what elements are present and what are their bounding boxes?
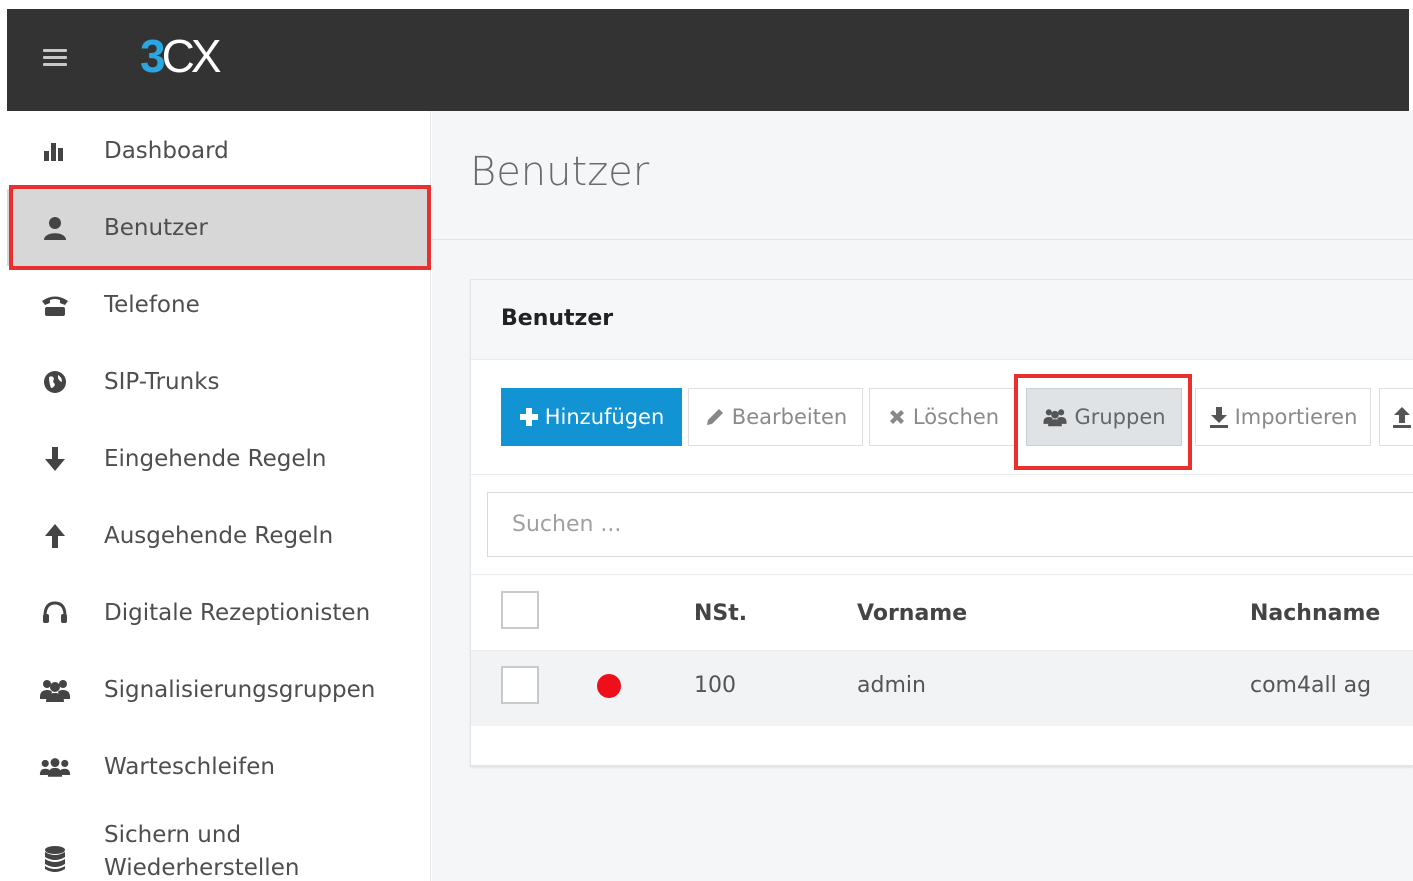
sidebar-item-label: Eingehende Regeln: [104, 445, 327, 472]
sidebar-item-sip-trunks[interactable]: SIP-Trunks: [7, 343, 430, 420]
sidebar-nav: Dashboard Benutzer Telefone SIP-Trunks E…: [7, 111, 431, 881]
sidebar-item-label: Benutzer: [104, 214, 208, 241]
import-button[interactable]: Importieren: [1195, 388, 1371, 446]
card-header: Benutzer: [471, 280, 1413, 360]
card-title: Benutzer: [501, 306, 614, 331]
sidebar-item-label: Dashboard: [104, 137, 229, 164]
sidebar-item-warteschleifen[interactable]: Warteschleifen: [7, 728, 430, 805]
hamburger-menu-icon[interactable]: [43, 49, 67, 67]
upload-icon: [1392, 406, 1412, 428]
add-user-button[interactable]: Hinzufügen: [501, 388, 682, 446]
divider: [471, 574, 1413, 575]
column-header-ext[interactable]: NSt.: [694, 601, 747, 626]
delete-button[interactable]: Löschen: [869, 388, 1017, 446]
page-title: Benutzer: [470, 149, 650, 195]
download-icon: [1209, 406, 1229, 428]
column-header-first-name[interactable]: Vorname: [857, 601, 967, 626]
plus-icon: [519, 407, 539, 427]
bar-chart-icon: [39, 135, 71, 167]
arrow-down-icon: [39, 443, 71, 475]
cell-first-name: admin: [857, 673, 926, 698]
phone-icon: [39, 289, 71, 321]
cell-last-name: com4all ag: [1250, 673, 1372, 698]
top-bar: 3CX: [7, 9, 1409, 111]
sidebar-item-ausgehende-regeln[interactable]: Ausgehende Regeln: [7, 497, 430, 574]
groups-button[interactable]: Gruppen: [1026, 388, 1182, 446]
sidebar-item-eingehende-regeln[interactable]: Eingehende Regeln: [7, 420, 430, 497]
queue-users-icon: [39, 751, 71, 783]
users-group-icon: [39, 674, 71, 706]
page-header: Benutzer: [432, 111, 1413, 240]
headset-icon: [39, 597, 71, 629]
arrow-up-icon: [39, 520, 71, 552]
close-icon: [887, 407, 907, 427]
column-header-last-name[interactable]: Nachname: [1250, 601, 1380, 626]
status-indicator: [597, 674, 621, 698]
select-all-checkbox[interactable]: [501, 591, 539, 629]
sidebar-item-signalisierungsgruppen[interactable]: Signalisierungsgruppen: [7, 651, 430, 728]
sidebar-item-label: Signalisierungsgruppen: [104, 676, 376, 703]
export-button[interactable]: [1379, 388, 1413, 446]
sidebar-item-digitale-rezeptionisten[interactable]: Digitale Rezeptionisten: [7, 574, 430, 651]
sidebar-item-label: SIP-Trunks: [104, 368, 220, 395]
divider: [471, 474, 1413, 475]
sidebar-item-label: Telefone: [104, 291, 200, 318]
users-card: Benutzer Hinzufügen Bearbeiten Löschen G: [470, 279, 1413, 766]
sidebar-item-dashboard[interactable]: Dashboard: [7, 112, 430, 189]
main-content: Benutzer Benutzer Hinzufügen Bearbeiten …: [432, 111, 1413, 881]
sidebar-item-label: Ausgehende Regeln: [104, 522, 334, 549]
row-checkbox[interactable]: [501, 666, 539, 704]
users-group-icon: [1042, 407, 1068, 427]
search-input[interactable]: [487, 492, 1413, 557]
sidebar-item-label: Warteschleifen: [104, 753, 275, 780]
3cx-logo[interactable]: 3CX: [140, 29, 221, 83]
edit-button[interactable]: Bearbeiten: [688, 388, 863, 446]
database-icon: [39, 843, 71, 875]
pencil-icon: [704, 406, 726, 428]
cell-ext: 100: [694, 673, 736, 698]
sidebar-item-benutzer[interactable]: Benutzer: [7, 189, 430, 266]
sidebar-item-telefone[interactable]: Telefone: [7, 266, 430, 343]
globe-icon: [39, 366, 71, 398]
sidebar-item-label: Digitale Rezeptionisten: [104, 599, 371, 626]
user-icon: [39, 212, 71, 244]
sidebar-item-sichern-und-wiederherstellen[interactable]: Sichern und Wiederherstellen: [7, 805, 430, 881]
sidebar-item-label: Sichern und Wiederherstellen: [104, 822, 300, 881]
